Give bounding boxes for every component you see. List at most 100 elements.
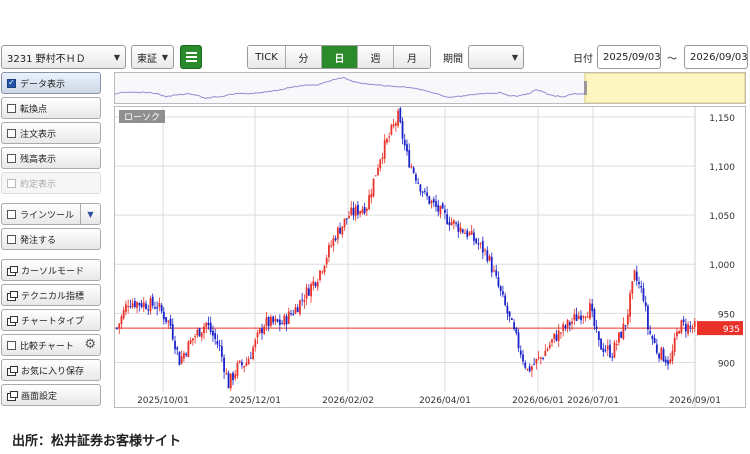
x-tick-label: 2026/04/01 <box>419 396 471 406</box>
candle-body <box>546 348 549 351</box>
y-tick-label: 1,000 <box>709 261 735 271</box>
sidebar-item-data-display[interactable]: ✓ データ表示 <box>1 72 101 94</box>
sidebar-item-turning-point[interactable]: 転換点 <box>1 97 101 119</box>
tab-minute[interactable]: 分 <box>286 46 322 68</box>
candle-body <box>187 341 190 358</box>
candle-body <box>613 342 616 358</box>
candle-body <box>386 138 388 143</box>
list-view-button[interactable] <box>180 45 202 69</box>
candle-body <box>323 265 326 273</box>
candle-body <box>265 317 268 326</box>
candle-body <box>345 218 348 220</box>
candle-body <box>593 309 596 327</box>
market-select[interactable]: 東証 ▼ <box>131 45 174 69</box>
window-icon <box>7 315 18 326</box>
candle-body <box>352 208 355 216</box>
candle-body <box>397 110 399 126</box>
sidebar-item-compare-chart[interactable]: 比較チャート ⚙ <box>1 334 101 356</box>
sidebar-item-label: 比較チャート <box>20 341 74 352</box>
candle-body <box>136 302 138 308</box>
tab-day[interactable]: 日 <box>322 46 358 68</box>
candle-body <box>372 178 375 197</box>
candle-body <box>154 307 156 309</box>
candle-body <box>361 209 364 214</box>
candle-body <box>647 306 649 330</box>
candle-body <box>477 243 480 245</box>
candle-body <box>664 359 667 363</box>
candle-body <box>145 303 147 310</box>
candle-body <box>495 270 498 276</box>
candle-body <box>272 316 275 323</box>
candle-body <box>642 288 645 301</box>
candle-body <box>522 354 524 362</box>
candle-body <box>312 281 315 286</box>
chevron-down-icon[interactable]: ▼ <box>80 204 100 224</box>
candle-body <box>216 341 219 345</box>
sidebar-item-balance-display[interactable]: 残高表示 <box>1 147 101 169</box>
candle-body <box>348 216 350 219</box>
candle-body <box>649 331 652 334</box>
candle-body <box>577 315 580 319</box>
chart-navigator[interactable] <box>114 72 746 104</box>
candle-body <box>669 359 672 363</box>
stock-select[interactable]: 3231 野村不ＨＤ ▼ <box>1 45 126 69</box>
candle-body <box>214 333 217 339</box>
navigator-selection[interactable] <box>584 72 746 104</box>
candle-body <box>189 340 192 344</box>
sidebar-item-line-tool[interactable]: ラインツール ▼ <box>1 203 101 225</box>
candle-body <box>551 339 553 343</box>
sidebar-item-place-order[interactable]: 発注する <box>1 228 101 250</box>
candle-body <box>133 300 136 308</box>
candle-body <box>316 282 319 288</box>
candle-body <box>245 363 248 366</box>
sidebar-item-chart-type[interactable]: チャートタイプ <box>1 309 101 331</box>
tab-month[interactable]: 月 <box>394 46 430 68</box>
gear-icon[interactable]: ⚙ <box>84 338 96 352</box>
chevron-down-icon: ▼ <box>161 52 168 62</box>
sidebar-item-save-favorite[interactable]: お気に入り保存 <box>1 359 101 381</box>
period-select[interactable]: ▼ <box>468 45 524 69</box>
checkbox-icon <box>7 128 16 138</box>
candle-body <box>555 334 558 341</box>
candle-body <box>519 350 522 355</box>
date-to-input[interactable]: 2026/09/03 <box>684 45 748 69</box>
candle-body <box>370 193 373 198</box>
candlestick-chart[interactable]: 1,150 1,100 1,050 1,000 950 900 2025/10/01 2025… <box>114 103 746 408</box>
candle-body <box>658 353 660 359</box>
candle-body <box>241 362 243 366</box>
candle-body <box>562 324 565 331</box>
tab-tick[interactable]: TICK <box>248 46 286 68</box>
candle-body <box>475 238 478 244</box>
candle-body <box>635 271 638 281</box>
candle-body <box>497 277 500 287</box>
sidebar-item-execution-display: 約定表示 <box>1 172 101 194</box>
candle-body <box>490 256 493 273</box>
x-tick-label: 2026/06/01 <box>512 396 564 406</box>
candle-body <box>131 303 134 307</box>
sidebar-item-screen-settings[interactable]: 画面設定 <box>1 384 101 406</box>
candle-body <box>459 227 462 232</box>
candle-body <box>160 305 163 312</box>
navigator-handle-left[interactable] <box>584 81 587 95</box>
date-from-input[interactable]: 2025/09/03 <box>597 45 661 69</box>
chevron-down-icon: ▼ <box>511 52 518 62</box>
candle-body <box>290 313 292 315</box>
candle-body <box>575 314 578 322</box>
sidebar-item-cursor-mode[interactable]: カーソルモード <box>1 259 101 281</box>
sidebar-item-order-display[interactable]: 注文表示 <box>1 122 101 144</box>
candle-body <box>430 200 433 204</box>
candle-body <box>517 332 520 349</box>
tab-week[interactable]: 週 <box>358 46 394 68</box>
candle-body <box>693 321 696 328</box>
stock-select-value: 3231 野村不ＨＤ <box>7 53 86 65</box>
sidebar-item-technical-indicator[interactable]: テクニカル指標 <box>1 284 101 306</box>
candle-body <box>223 357 225 373</box>
candle-body <box>330 245 333 247</box>
candle-body <box>689 325 692 327</box>
candle-body <box>584 316 587 318</box>
candle-body <box>435 201 437 207</box>
candle-body <box>151 296 154 306</box>
candle-body <box>227 372 230 389</box>
candle-body <box>604 350 607 352</box>
candle-body <box>441 203 444 209</box>
